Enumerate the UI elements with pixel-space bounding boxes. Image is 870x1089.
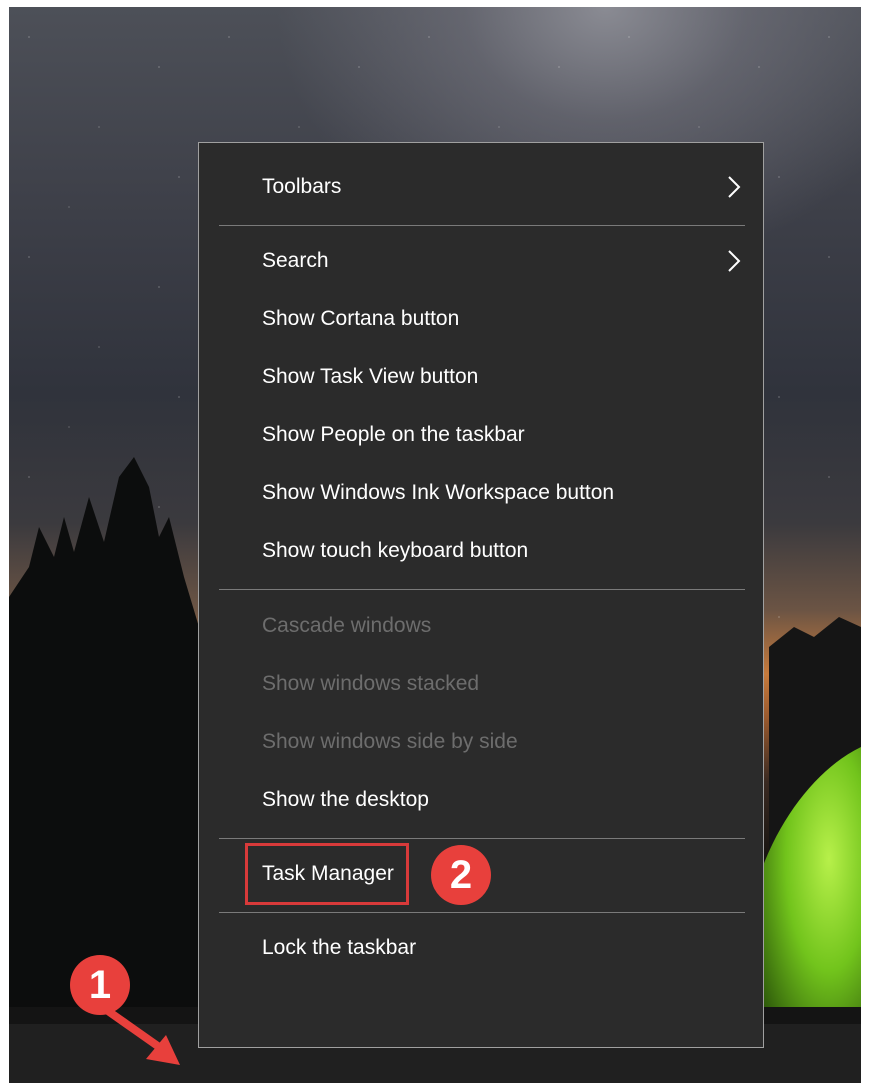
taskbar-context-menu: Toolbars Search Show Cortana button Show… — [198, 142, 764, 1048]
menu-item-label: Search — [262, 249, 329, 272]
menu-item-label: Show touch keyboard button — [262, 539, 529, 562]
arrow-down-right-icon — [104, 1007, 180, 1065]
menu-item-label: Show People on the taskbar — [262, 423, 525, 446]
chevron-right-icon — [728, 176, 741, 198]
task-manager-highlight-box — [245, 843, 409, 905]
menu-item-label: Show windows side by side — [262, 730, 518, 753]
menu-item-show-cortana-button[interactable]: Show Cortana button — [199, 291, 763, 347]
menu-item-toolbars[interactable]: Toolbars — [199, 159, 763, 215]
menu-item-label: Show the desktop — [262, 788, 429, 811]
menu-item-show-windows-ink[interactable]: Show Windows Ink Workspace button — [199, 465, 763, 521]
menu-item-show-the-desktop[interactable]: Show the desktop — [199, 772, 763, 828]
menu-separator — [219, 838, 745, 839]
menu-item-show-task-view-button[interactable]: Show Task View button — [199, 349, 763, 405]
menu-item-lock-the-taskbar[interactable]: Lock the taskbar — [199, 920, 763, 976]
menu-item-show-touch-keyboard[interactable]: Show touch keyboard button — [199, 523, 763, 579]
menu-item-label: Show windows stacked — [262, 672, 480, 695]
menu-item-show-people[interactable]: Show People on the taskbar — [199, 407, 763, 463]
menu-item-show-windows-stacked: Show windows stacked — [199, 656, 763, 712]
menu-item-label: Show Task View button — [262, 365, 479, 388]
menu-separator — [219, 589, 745, 590]
menu-item-search[interactable]: Search — [199, 233, 763, 289]
step-2-badge: 2 — [431, 845, 491, 905]
menu-item-label: Lock the taskbar — [262, 936, 417, 959]
menu-item-label: Show Windows Ink Workspace button — [262, 481, 615, 504]
menu-item-label: Cascade windows — [262, 614, 432, 637]
menu-separator — [219, 225, 745, 226]
menu-item-label: Show Cortana button — [262, 307, 460, 330]
menu-item-label: Toolbars — [262, 175, 342, 198]
menu-item-cascade-windows: Cascade windows — [199, 598, 763, 654]
menu-separator — [219, 912, 745, 913]
menu-item-show-windows-side-by-side: Show windows side by side — [199, 714, 763, 770]
chevron-right-icon — [728, 250, 741, 272]
